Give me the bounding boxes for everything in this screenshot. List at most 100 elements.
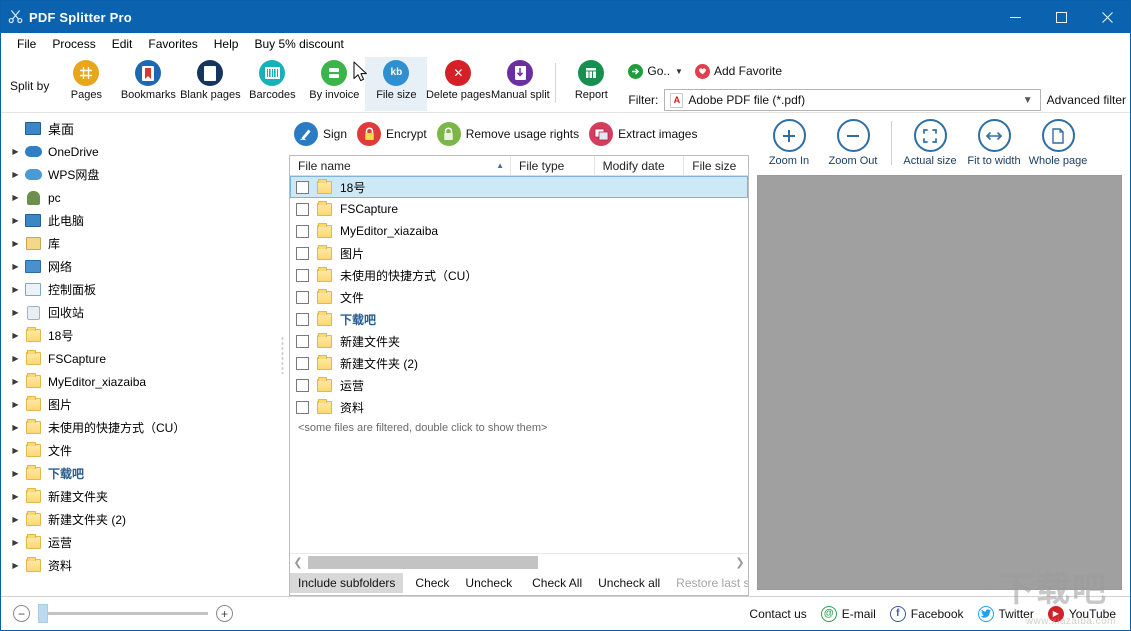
expander-icon[interactable]: ▶ bbox=[7, 170, 24, 179]
row-checkbox[interactable] bbox=[296, 202, 309, 216]
sidebar-item-folder-wenjian[interactable]: ▶ 文件 bbox=[1, 439, 277, 462]
row-checkbox[interactable] bbox=[296, 356, 309, 370]
facebook-link[interactable]: f Facebook bbox=[889, 605, 964, 622]
uncheck-all-button[interactable]: Uncheck all bbox=[590, 573, 668, 593]
toolbar-button-manual-split[interactable]: Manual split bbox=[489, 57, 551, 111]
row-checkbox[interactable] bbox=[296, 334, 309, 348]
minus-circle-icon[interactable]: − bbox=[13, 605, 30, 622]
slider-thumb[interactable] bbox=[38, 604, 48, 623]
sidebar-item-pc-user[interactable]: ▶ pc bbox=[1, 186, 277, 209]
sidebar-item-network[interactable]: ▶ 网络 bbox=[1, 255, 277, 278]
pdf-preview-area[interactable] bbox=[757, 175, 1122, 590]
row-checkbox[interactable] bbox=[296, 400, 309, 414]
toolbar-button-file-size[interactable]: kb File size bbox=[365, 57, 428, 111]
filtered-files-note[interactable]: <some files are filtered, double click t… bbox=[290, 418, 748, 434]
toolbar-button-report[interactable]: Report bbox=[560, 57, 622, 111]
expander-icon[interactable]: ▶ bbox=[7, 262, 24, 271]
expander-icon[interactable]: ▶ bbox=[7, 377, 24, 386]
toolbar-button-pages[interactable]: Pages bbox=[55, 57, 117, 111]
sidebar-item-folder-yunying[interactable]: ▶ 运营 bbox=[1, 531, 277, 554]
horizontal-scrollbar[interactable]: ❮ ❯ bbox=[290, 553, 748, 570]
sidebar-item-onedrive[interactable]: ▶ OneDrive bbox=[1, 140, 277, 163]
minimize-button[interactable] bbox=[992, 1, 1038, 33]
row-checkbox[interactable] bbox=[296, 290, 309, 304]
column-header-file-size[interactable]: File size bbox=[684, 156, 748, 175]
check-all-button[interactable]: Check All bbox=[524, 573, 590, 593]
table-row[interactable]: 资料 bbox=[290, 396, 748, 418]
sidebar-splitter[interactable] bbox=[277, 113, 287, 596]
folder-tree-sidebar[interactable]: 桌面 ▶ OneDrive ▶ WPS网盘 ▶ pc ▶ 此电脑 ▶ 库 ▶ 网… bbox=[1, 113, 277, 596]
sign-button[interactable]: Sign bbox=[291, 120, 354, 148]
sidebar-item-library[interactable]: ▶ 库 bbox=[1, 232, 277, 255]
column-header-file-name[interactable]: File name ▲ bbox=[290, 156, 511, 175]
expander-icon[interactable]: ▶ bbox=[7, 561, 24, 570]
youtube-link[interactable]: ▶ YouTube bbox=[1047, 605, 1116, 622]
row-checkbox[interactable] bbox=[296, 312, 309, 326]
add-favorite-button[interactable]: Add Favorite bbox=[694, 63, 782, 79]
toolbar-button-delete-pages[interactable]: ✕ Delete pages bbox=[426, 57, 491, 111]
zoom-in-button[interactable]: Zoom In bbox=[757, 119, 821, 167]
go-button[interactable]: Go.. ▼ bbox=[628, 63, 683, 79]
sidebar-item-folder-fscapture[interactable]: ▶ FSCapture bbox=[1, 347, 277, 370]
table-row[interactable]: 图片 bbox=[290, 242, 748, 264]
whole-page-button[interactable]: Whole page bbox=[1026, 119, 1090, 167]
row-checkbox[interactable] bbox=[296, 180, 309, 194]
expander-icon[interactable]: ▶ bbox=[7, 308, 24, 317]
sidebar-item-folder-18hao[interactable]: ▶ 18号 bbox=[1, 324, 277, 347]
twitter-link[interactable]: Twitter bbox=[977, 605, 1034, 622]
scrollbar-thumb[interactable] bbox=[308, 555, 538, 569]
zoom-out-button[interactable]: Zoom Out bbox=[821, 119, 885, 167]
advanced-filter-link[interactable]: Advanced filter bbox=[1047, 93, 1130, 107]
expander-icon[interactable]: ▶ bbox=[7, 423, 24, 432]
toolbar-button-by-invoice[interactable]: By invoice bbox=[303, 57, 365, 111]
sidebar-item-this-pc[interactable]: ▶ 此电脑 bbox=[1, 209, 277, 232]
scroll-left-icon[interactable]: ❮ bbox=[290, 556, 306, 569]
check-button[interactable]: Check bbox=[407, 573, 457, 593]
email-link[interactable]: @ E-mail bbox=[820, 605, 876, 622]
plus-circle-icon[interactable]: + bbox=[216, 605, 233, 622]
expander-icon[interactable]: ▶ bbox=[7, 446, 24, 455]
actual-size-button[interactable]: Actual size bbox=[898, 119, 962, 167]
toolbar-button-bookmarks[interactable]: Bookmarks bbox=[117, 57, 179, 111]
column-header-file-type[interactable]: File type bbox=[511, 156, 595, 175]
row-checkbox[interactable] bbox=[296, 378, 309, 392]
expander-icon[interactable]: ▶ bbox=[7, 492, 24, 501]
toolbar-button-barcodes[interactable]: Barcodes bbox=[241, 57, 303, 111]
table-row[interactable]: 新建文件夹 bbox=[290, 330, 748, 352]
slider-track[interactable] bbox=[38, 604, 208, 623]
table-row[interactable]: 新建文件夹 (2) bbox=[290, 352, 748, 374]
row-checkbox[interactable] bbox=[296, 268, 309, 282]
close-button[interactable] bbox=[1084, 1, 1130, 33]
sidebar-item-folder-new-folder[interactable]: ▶ 新建文件夹 bbox=[1, 485, 277, 508]
table-row[interactable]: 18号 bbox=[290, 176, 748, 198]
expander-icon[interactable]: ▶ bbox=[7, 239, 24, 248]
file-list-rows[interactable]: 18号 FSCapture MyEditor_xiazaiba 图片 未使用的快… bbox=[290, 176, 748, 553]
menu-file[interactable]: File bbox=[9, 35, 44, 53]
scroll-right-icon[interactable]: ❯ bbox=[732, 556, 748, 569]
table-row[interactable]: 运营 bbox=[290, 374, 748, 396]
menu-edit[interactable]: Edit bbox=[104, 35, 141, 53]
chevron-down-icon[interactable]: ▼ bbox=[1023, 95, 1038, 106]
maximize-button[interactable] bbox=[1038, 1, 1084, 33]
expander-icon[interactable]: ▶ bbox=[7, 400, 24, 409]
row-checkbox[interactable] bbox=[296, 224, 309, 238]
sidebar-item-folder-ziliao[interactable]: ▶ 资料 bbox=[1, 554, 277, 577]
extract-images-button[interactable]: Extract images bbox=[586, 120, 704, 148]
uncheck-button[interactable]: Uncheck bbox=[457, 573, 520, 593]
sidebar-item-folder-myeditor[interactable]: ▶ MyEditor_xiazaiba bbox=[1, 370, 277, 393]
fit-to-width-button[interactable]: Fit to width bbox=[962, 119, 1026, 167]
sidebar-item-folder-xiazaiba[interactable]: ▶ 下载吧 bbox=[1, 462, 277, 485]
menu-favorites[interactable]: Favorites bbox=[140, 35, 205, 53]
row-checkbox[interactable] bbox=[296, 246, 309, 260]
table-row[interactable]: 未使用的快捷方式（CU） bbox=[290, 264, 748, 286]
expander-icon[interactable]: ▶ bbox=[7, 538, 24, 547]
expander-icon[interactable]: ▶ bbox=[7, 515, 24, 524]
column-header-modify-date[interactable]: Modify date bbox=[595, 156, 685, 175]
expander-icon[interactable]: ▶ bbox=[7, 285, 24, 294]
encrypt-button[interactable]: Encrypt bbox=[354, 120, 434, 148]
toolbar-button-blank-pages[interactable]: Blank pages bbox=[179, 57, 241, 111]
sidebar-item-folder-new-folder-2[interactable]: ▶ 新建文件夹 (2) bbox=[1, 508, 277, 531]
table-row[interactable]: 文件 bbox=[290, 286, 748, 308]
expander-icon[interactable]: ▶ bbox=[7, 354, 24, 363]
sidebar-item-control-panel[interactable]: ▶ 控制面板 bbox=[1, 278, 277, 301]
